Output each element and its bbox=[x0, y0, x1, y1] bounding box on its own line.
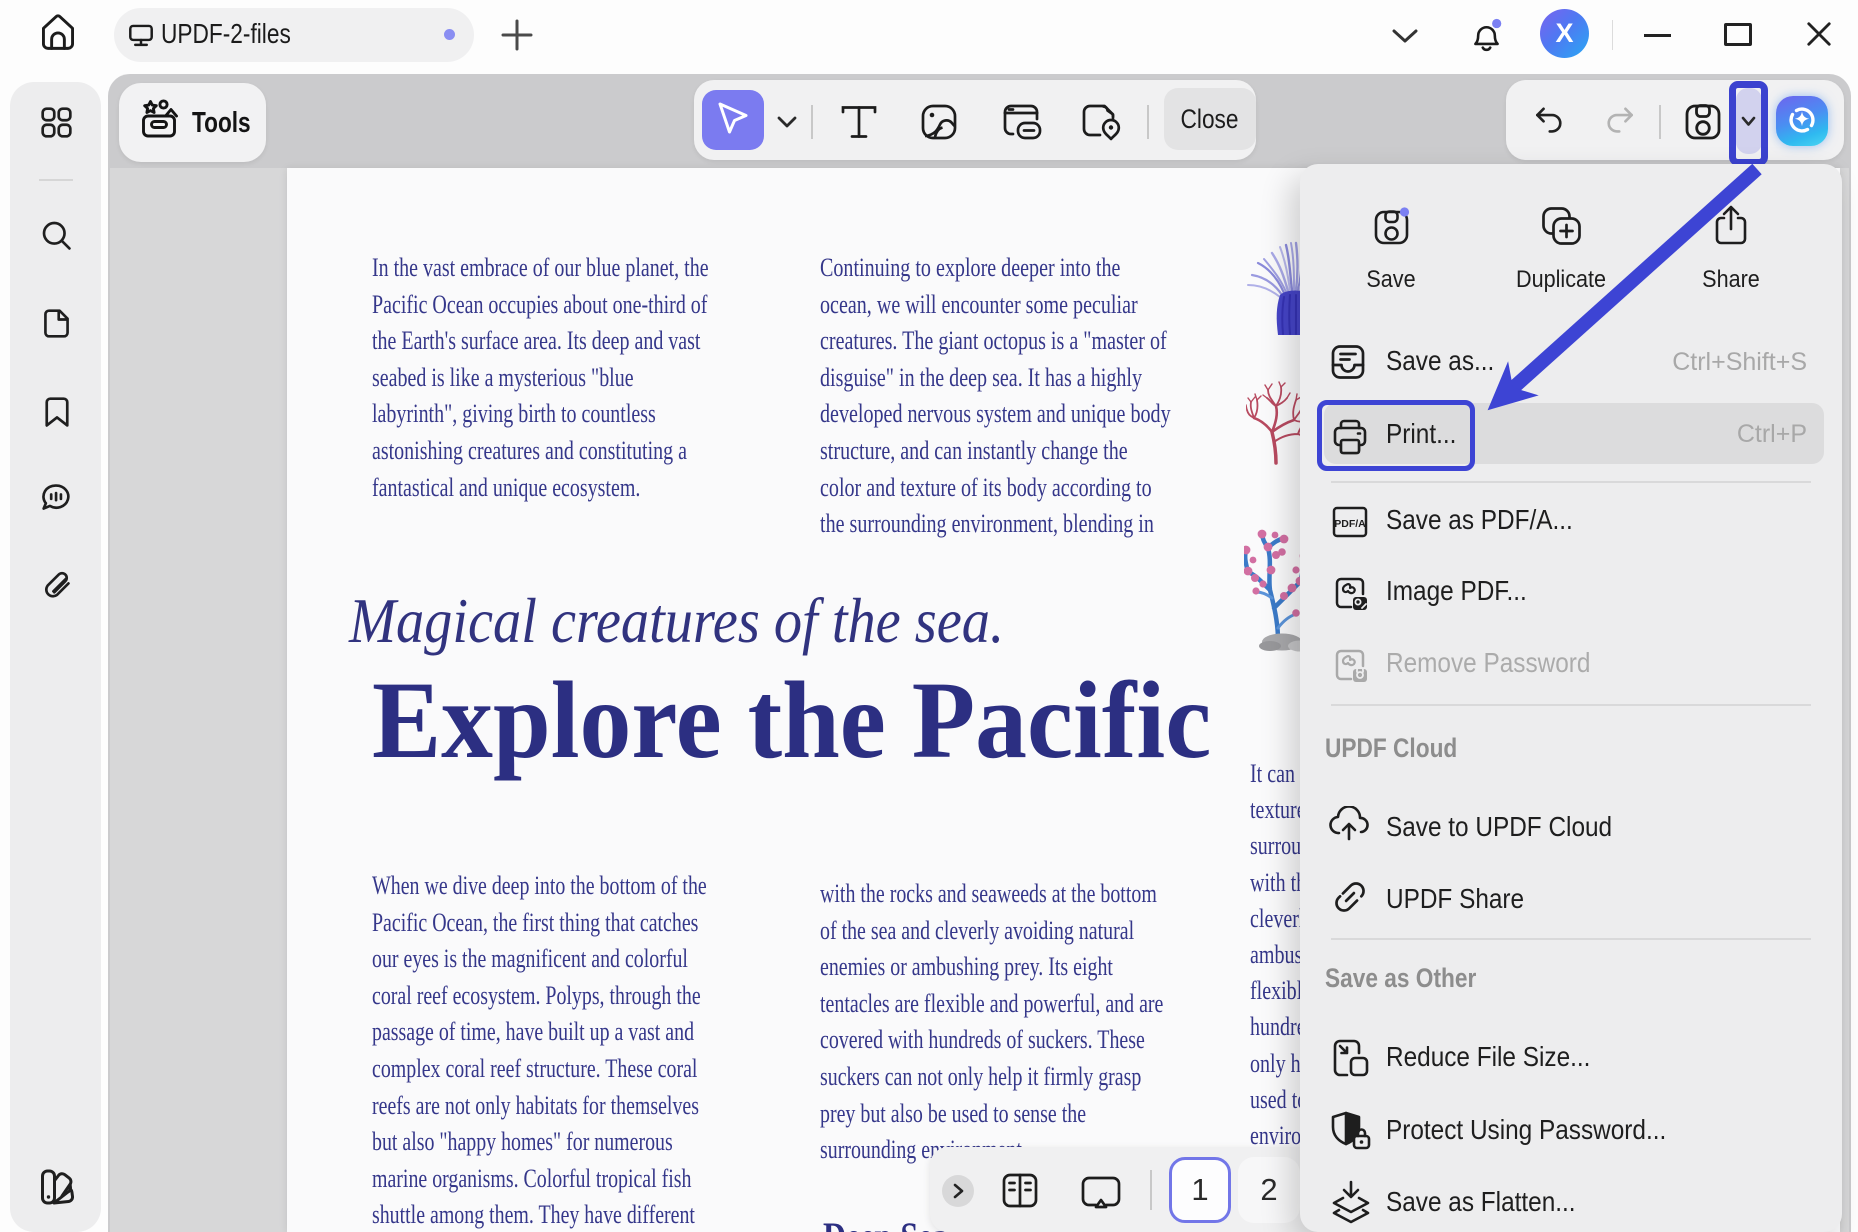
svg-text:PDF/A: PDF/A bbox=[1334, 518, 1366, 530]
